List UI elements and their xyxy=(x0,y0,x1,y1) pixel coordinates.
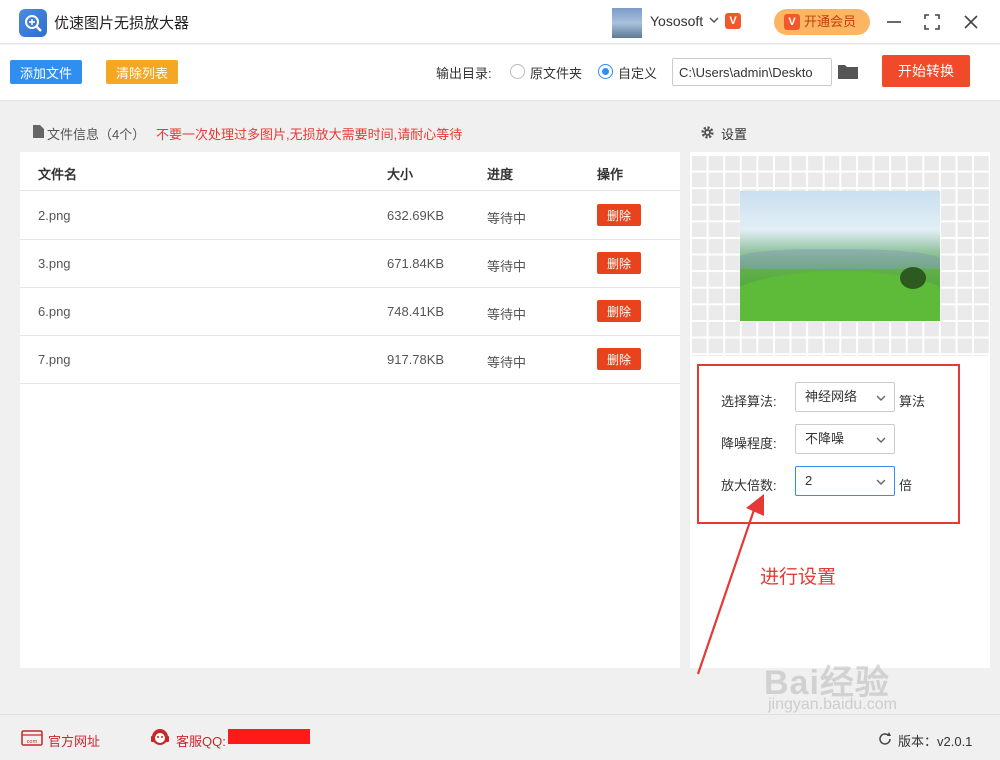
file-progress: 等待中 xyxy=(487,307,527,322)
open-vip-button[interactable]: V 开通会员 xyxy=(774,9,870,35)
settings-header: 设置 xyxy=(690,112,990,152)
column-name: 文件名 xyxy=(38,167,78,182)
delete-button[interactable]: 删除 xyxy=(597,348,641,370)
file-size: 671.84KB xyxy=(387,256,445,271)
file-name: 2.png xyxy=(38,208,71,223)
chevron-down-icon[interactable] xyxy=(708,14,720,26)
table-row: 6.png 748.41KB 等待中 删除 xyxy=(20,288,680,336)
open-vip-label: 开通会员 xyxy=(804,14,857,29)
file-size: 917.78KB xyxy=(387,352,445,367)
clear-list-button[interactable]: 清除列表 xyxy=(106,60,178,84)
refresh-icon[interactable] xyxy=(877,731,893,747)
username[interactable]: Yososoft xyxy=(650,13,703,29)
title-bar: 优速图片无损放大器 Yososoft V V 开通会员 xyxy=(0,0,1000,44)
radio-custom-folder[interactable] xyxy=(598,64,613,79)
start-convert-button[interactable]: 开始转换 xyxy=(882,55,970,87)
settings-title: 设置 xyxy=(721,127,748,142)
image-preview-area xyxy=(690,154,990,356)
close-icon[interactable] xyxy=(961,12,981,32)
delete-button[interactable]: 删除 xyxy=(597,300,641,322)
file-warning-text: 不要一次处理过多图片,无损放大需要时间,请耐心等待 xyxy=(156,127,463,142)
file-name: 6.png xyxy=(38,304,71,319)
scale-select[interactable]: 2 xyxy=(795,466,895,496)
document-icon xyxy=(33,125,44,138)
denoise-label: 降噪程度: xyxy=(721,436,777,451)
file-progress: 等待中 xyxy=(487,211,527,226)
footer: com 官方网址 客服QQ: 版本：v2.0.1 xyxy=(0,714,1000,760)
preview-image xyxy=(740,191,940,321)
file-info-title: 文件信息（4个） xyxy=(47,127,146,142)
customer-service-qq-link[interactable]: 客服QQ: xyxy=(176,731,226,750)
file-list-panel: 文件信息（4个） 不要一次处理过多图片,无损放大需要时间,请耐心等待 文件名 大… xyxy=(20,112,680,668)
scale-unit: 倍 xyxy=(899,478,913,493)
maximize-icon[interactable] xyxy=(922,12,942,32)
toolbar: 添加文件 清除列表 输出目录: 原文件夹 自定义 开始转换 xyxy=(0,45,1000,101)
app-title: 优速图片无损放大器 xyxy=(54,15,190,32)
radio-original-folder-label[interactable]: 原文件夹 xyxy=(530,63,582,82)
scale-value: 2 xyxy=(805,473,813,488)
file-table-header: 文件名 大小 进度 操作 xyxy=(20,152,680,191)
chevron-down-icon xyxy=(876,395,886,401)
algorithm-unit: 算法 xyxy=(899,394,926,409)
algorithm-select[interactable]: 神经网络 xyxy=(795,382,895,412)
radio-original-folder[interactable] xyxy=(510,64,525,79)
output-dir-label: 输出目录: xyxy=(436,66,492,81)
vip-badge-icon: V xyxy=(784,14,800,30)
delete-button[interactable]: 删除 xyxy=(597,252,641,274)
radio-custom-folder-label[interactable]: 自定义 xyxy=(618,63,657,82)
file-progress: 等待中 xyxy=(487,355,527,370)
file-size: 632.69KB xyxy=(387,208,445,223)
column-size: 大小 xyxy=(387,167,414,182)
folder-icon[interactable] xyxy=(837,62,859,80)
watermark-url: jingyan.baidu.com xyxy=(768,696,897,713)
file-size: 748.41KB xyxy=(387,304,445,319)
svg-text:com: com xyxy=(27,739,38,745)
table-row: 7.png 917.78KB 等待中 删除 xyxy=(20,336,680,384)
annotation-text: 进行设置 xyxy=(760,567,837,588)
output-path-input[interactable] xyxy=(672,58,832,86)
file-panel-header: 文件信息（4个） 不要一次处理过多图片,无损放大需要时间,请耐心等待 xyxy=(20,112,680,152)
qq-number-redacted xyxy=(228,729,310,744)
algorithm-value: 神经网络 xyxy=(805,389,858,404)
gear-icon xyxy=(701,126,714,139)
file-name: 7.png xyxy=(38,352,71,367)
add-files-button[interactable]: 添加文件 xyxy=(10,60,82,84)
table-row: 3.png 671.84KB 等待中 删除 xyxy=(20,240,680,288)
denoise-select[interactable]: 不降噪 xyxy=(795,424,895,454)
minimize-icon[interactable] xyxy=(884,12,904,32)
column-action: 操作 xyxy=(597,167,624,182)
chevron-down-icon xyxy=(876,437,886,443)
table-row: 2.png 632.69KB 等待中 删除 xyxy=(20,192,680,240)
file-progress: 等待中 xyxy=(487,259,527,274)
algorithm-label: 选择算法: xyxy=(721,394,777,409)
customer-service-icon[interactable] xyxy=(148,726,172,750)
version-label: 版本：v2.0.1 xyxy=(898,734,973,749)
file-name: 3.png xyxy=(38,256,71,271)
denoise-value: 不降噪 xyxy=(805,431,845,446)
user-avatar[interactable] xyxy=(612,8,642,38)
column-progress: 进度 xyxy=(487,167,514,182)
website-icon[interactable]: com xyxy=(21,730,43,746)
chevron-down-icon xyxy=(876,479,886,485)
vip-badge-icon: V xyxy=(725,13,741,29)
delete-button[interactable]: 删除 xyxy=(597,204,641,226)
app-logo-icon xyxy=(19,9,47,37)
official-website-link[interactable]: 官方网址 xyxy=(48,731,100,750)
